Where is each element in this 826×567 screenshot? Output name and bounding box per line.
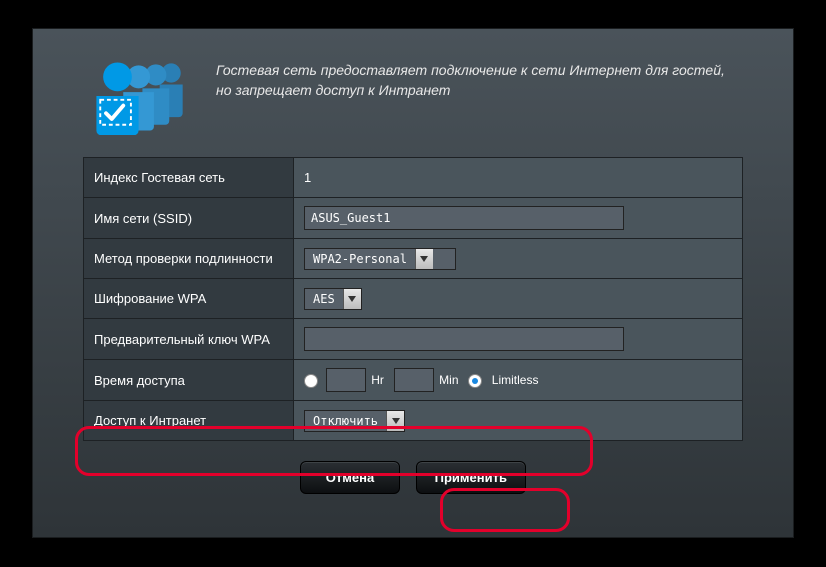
- chevron-down-icon: [386, 411, 404, 431]
- button-row: Отмена Применить: [83, 461, 743, 494]
- label-encryption: Шифрование WPA: [84, 279, 294, 319]
- panel-header: Гостевая сеть предоставляет подключение …: [83, 49, 743, 137]
- access-time-hr-input[interactable]: [326, 368, 366, 392]
- access-time-min-input[interactable]: [394, 368, 434, 392]
- apply-button[interactable]: Применить: [416, 461, 526, 494]
- auth-select-value: WPA2-Personal: [305, 249, 415, 269]
- access-time-radio-limited[interactable]: [304, 374, 318, 388]
- panel-description: Гостевая сеть предоставляет подключение …: [216, 57, 743, 100]
- ssid-input[interactable]: [304, 206, 624, 230]
- label-limitless: Limitless: [492, 373, 539, 387]
- highlight-apply-button: [440, 488, 570, 532]
- row-access-time: Время доступа Hr Min Limitless: [84, 360, 743, 401]
- row-ssid: Имя сети (SSID): [84, 198, 743, 239]
- row-encryption: Шифрование WPA AES: [84, 279, 743, 319]
- label-intranet: Доступ к Интранет: [84, 401, 294, 441]
- cancel-button[interactable]: Отмена: [300, 461, 400, 494]
- intranet-select[interactable]: Отключить: [304, 410, 405, 432]
- label-auth: Метод проверки подлинности: [84, 239, 294, 279]
- access-time-radio-limitless[interactable]: [468, 374, 482, 388]
- chevron-down-icon: [343, 289, 361, 309]
- label-psk: Предварительный ключ WPA: [84, 319, 294, 360]
- label-ssid: Имя сети (SSID): [84, 198, 294, 239]
- encryption-select-value: AES: [305, 289, 343, 309]
- intranet-select-value: Отключить: [305, 411, 386, 431]
- label-min: Min: [439, 373, 458, 387]
- label-hr: Hr: [371, 373, 384, 387]
- row-intranet: Доступ к Интранет Отключить: [84, 401, 743, 441]
- guest-people-icon: [83, 57, 198, 137]
- psk-input[interactable]: [304, 327, 624, 351]
- row-index: Индекс Гостевая сеть 1: [84, 158, 743, 198]
- auth-select[interactable]: WPA2-Personal: [304, 248, 456, 270]
- value-index: 1: [294, 158, 743, 198]
- row-psk: Предварительный ключ WPA: [84, 319, 743, 360]
- guest-network-panel: Гостевая сеть предоставляет подключение …: [32, 28, 794, 538]
- settings-table: Индекс Гостевая сеть 1 Имя сети (SSID) М…: [83, 157, 743, 441]
- chevron-down-icon: [415, 249, 433, 269]
- row-auth: Метод проверки подлинности WPA2-Personal: [84, 239, 743, 279]
- encryption-select[interactable]: AES: [304, 288, 362, 310]
- label-index: Индекс Гостевая сеть: [84, 158, 294, 198]
- label-access-time: Время доступа: [84, 360, 294, 401]
